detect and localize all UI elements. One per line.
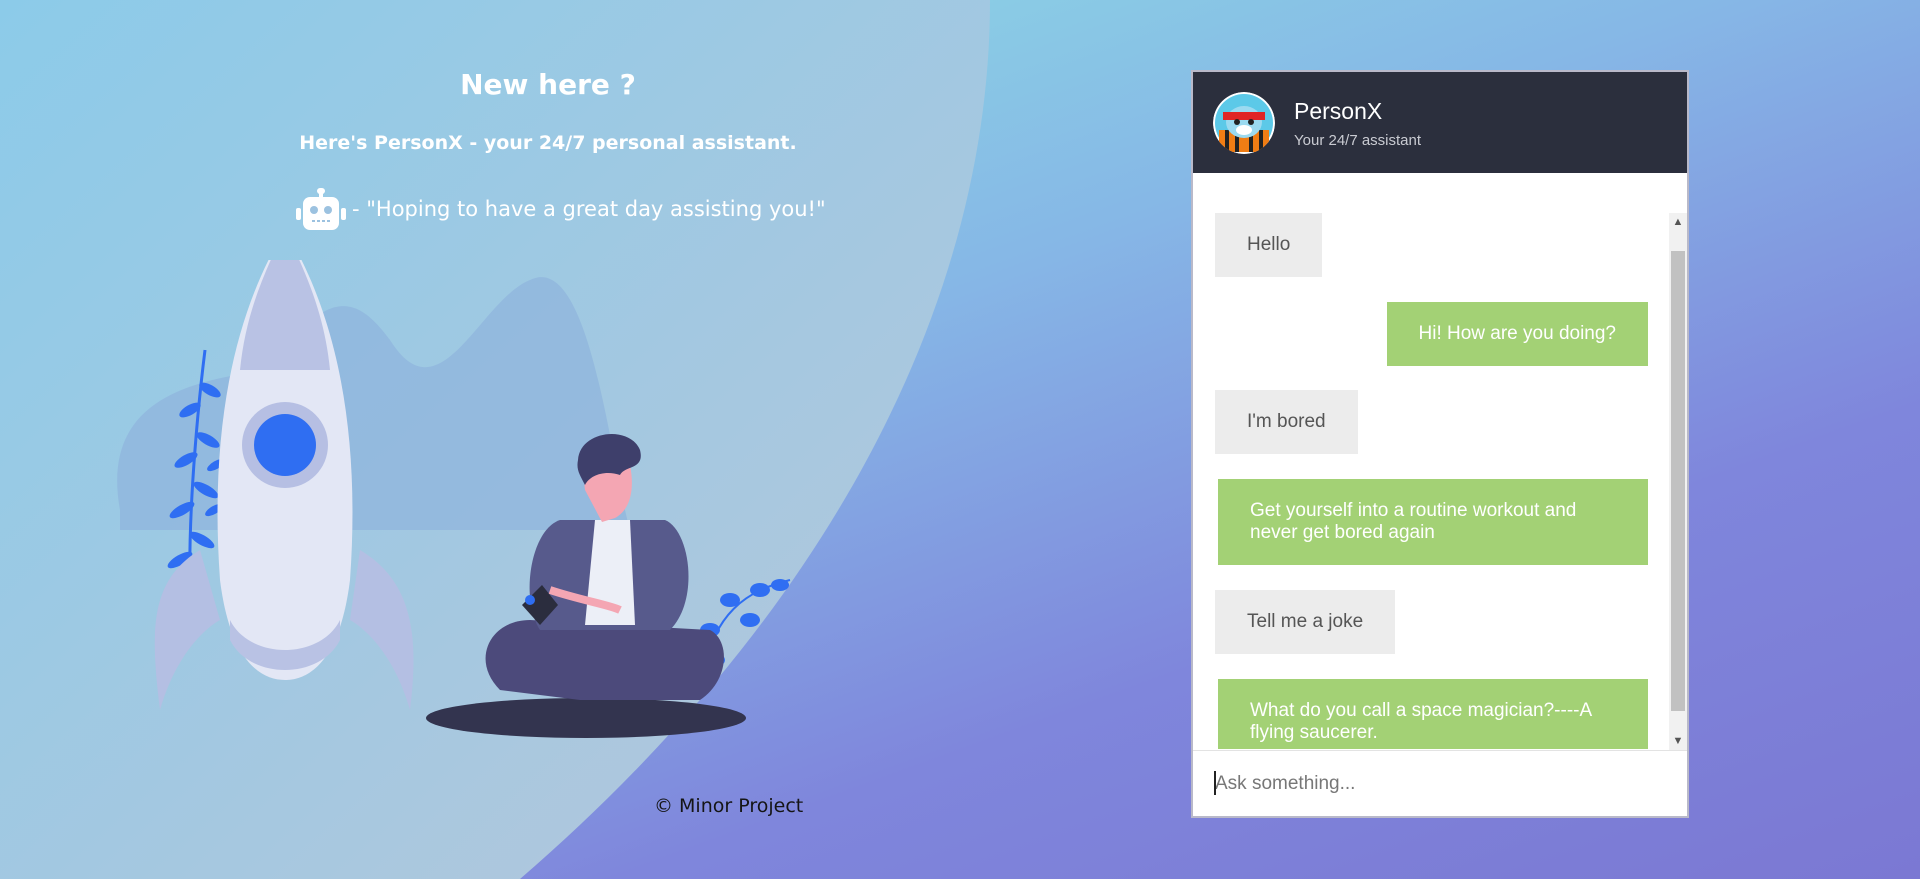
chat-header: PersonX Your 24/7 assistant	[1193, 72, 1687, 173]
text-caret	[1214, 771, 1216, 795]
message-user: I'm bored	[1215, 390, 1358, 454]
message-list: Hello Hi! How are you doing? I'm bored G…	[1193, 213, 1668, 749]
message-bot: What do you call a space magician?----A …	[1218, 679, 1648, 749]
hero-illustration	[117, 260, 791, 738]
message-text: Get yourself into a routine workout and …	[1250, 500, 1577, 543]
message-bot: Get yourself into a routine workout and …	[1218, 479, 1648, 565]
chat-window: PersonX Your 24/7 assistant Hello Hi! Ho…	[1191, 70, 1689, 818]
bot-name: PersonX	[1294, 98, 1383, 124]
scroll-down-icon[interactable]: ▼	[1669, 732, 1687, 750]
scroll-up-icon[interactable]: ▲	[1669, 213, 1687, 231]
hero-quote: - "Hoping to have a great day assisting …	[352, 197, 826, 221]
message-user: Hello	[1215, 213, 1323, 277]
message-bot: Hi! How are you doing?	[1386, 302, 1648, 366]
ask-input[interactable]	[1213, 765, 1657, 803]
scroll-thumb[interactable]	[1671, 251, 1685, 711]
hero-tagline: Here's PersonX - your 24/7 personal assi…	[299, 132, 797, 154]
message-text: What do you call a space magician?----A …	[1250, 700, 1592, 743]
chat-input-area	[1193, 750, 1687, 817]
message-text: I'm bored	[1247, 411, 1326, 432]
hero-quote-row: - "Hoping to have a great day assisting …	[296, 188, 826, 230]
message-user: Tell me a joke	[1215, 590, 1396, 654]
bot-subtitle: Your 24/7 assistant	[1294, 132, 1422, 149]
message-text: Tell me a joke	[1247, 611, 1364, 632]
robot-icon	[296, 188, 346, 230]
message-text: Hello	[1247, 234, 1291, 255]
message-scrollbar[interactable]: ▲ ▼	[1669, 213, 1687, 750]
hero-title: New here ?	[460, 68, 636, 101]
message-text: Hi! How are you doing?	[1418, 323, 1617, 344]
hero-section: New here ? Here's PersonX - your 24/7 pe…	[0, 0, 1100, 879]
footer-copyright: © Minor Project	[654, 795, 804, 817]
ground-shadow	[426, 698, 746, 738]
bot-avatar-icon[interactable]	[1213, 92, 1275, 154]
